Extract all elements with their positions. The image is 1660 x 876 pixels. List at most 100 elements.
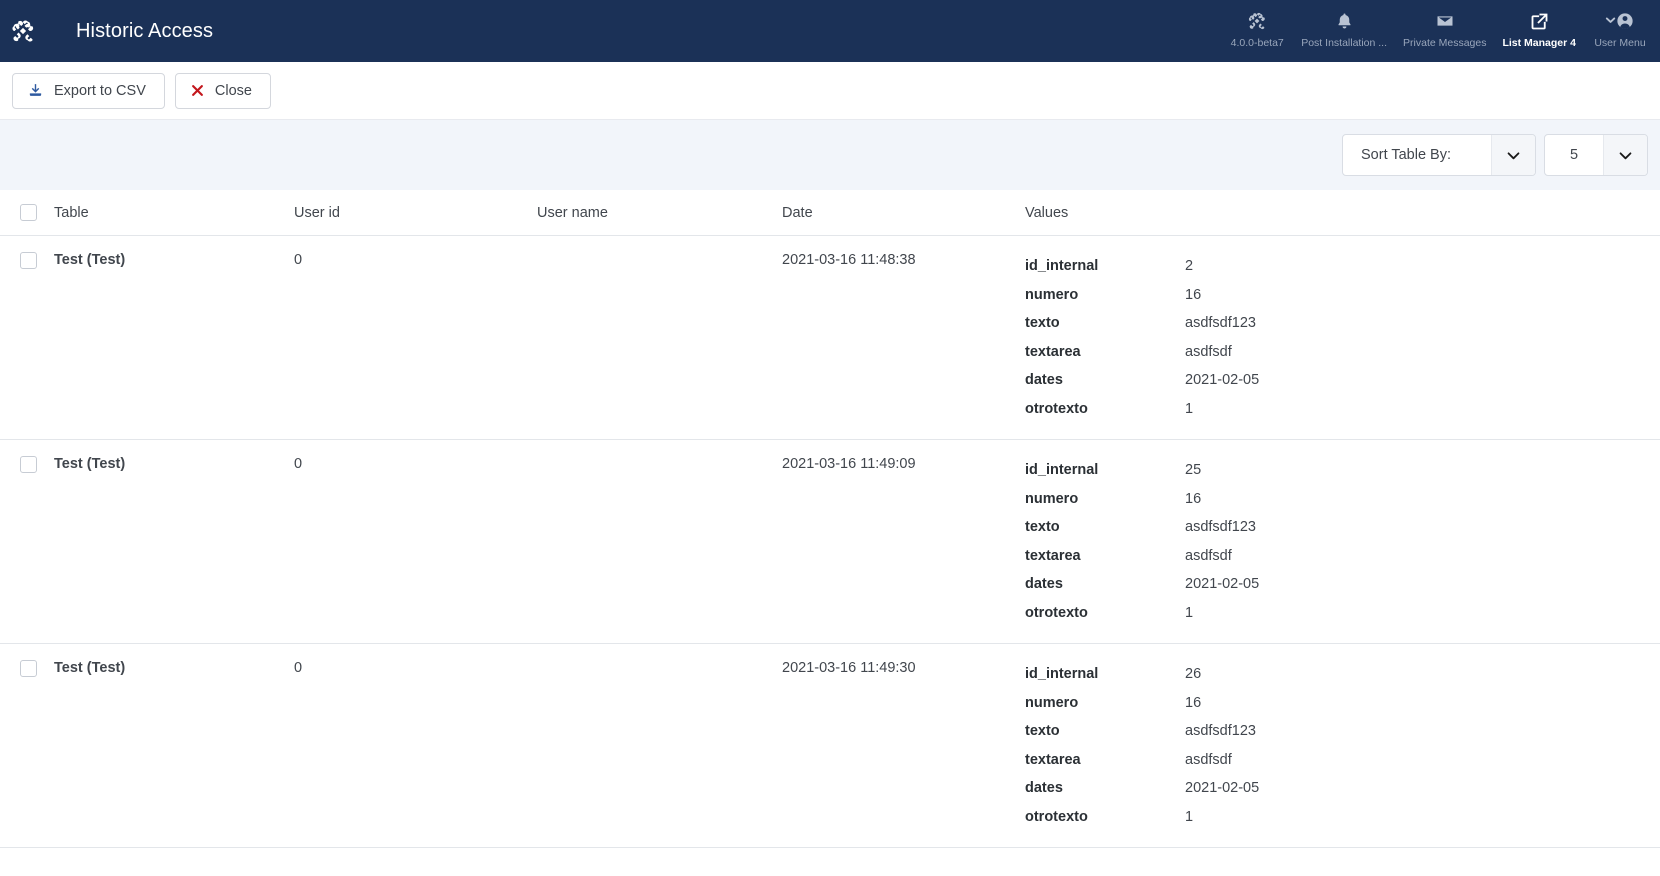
value-value: 16 (1185, 490, 1202, 507)
value-value: 1 (1185, 400, 1194, 417)
envelope-icon (1434, 8, 1456, 34)
value-value: asdfsdf123 (1185, 723, 1256, 739)
table-header-row: Table User id User name Date Values (0, 190, 1660, 236)
value-pair: dates 2021-02-05 (1025, 570, 1660, 599)
value-key: otrotexto (1025, 400, 1088, 417)
value-value: asdfsdf123 (1185, 315, 1256, 331)
value-pair: texto asdfsdf123 (1025, 309, 1660, 338)
export-to-csv-label: Export to CSV (54, 82, 146, 99)
close-label: Close (214, 82, 252, 99)
header-tool-user-menu[interactable]: User Menu (1584, 6, 1656, 50)
value-key: id_internal (1025, 462, 1099, 478)
value-pair: otrotexto 1 (1025, 803, 1660, 832)
column-header-table[interactable]: Table (54, 190, 294, 236)
value-value: 2021-02-05 (1185, 576, 1260, 592)
value-pair: otrotexto 1 (1025, 599, 1660, 628)
header-tool-label: 4.0.0-beta7 (1230, 37, 1284, 49)
page-title: Historic Access (76, 19, 214, 42)
cell-values: id_internal 26 numero 16 texto asdfsdf123 text… (1025, 643, 1660, 848)
bell-icon (1335, 8, 1354, 34)
row-select-cell (0, 439, 54, 644)
value-key: numero (1025, 286, 1079, 303)
cell-user-name (537, 235, 782, 440)
header-tool-private-messages[interactable]: Private Messages (1395, 6, 1494, 50)
header-tool-post-installation[interactable]: Post Installation ... (1293, 6, 1395, 50)
cell-date (782, 847, 1025, 876)
value-pair: id_internal 2 (1025, 252, 1660, 281)
value-value: asdfsdf (1185, 751, 1232, 768)
close-button[interactable]: Close (174, 72, 271, 109)
value-value: 2 (1185, 258, 1194, 274)
column-header-values[interactable]: Values (1025, 190, 1660, 236)
values-list: id_internal 26 numero 16 texto asdfsdf123 text… (1025, 660, 1660, 831)
value-pair: otrotexto 1 (1025, 395, 1660, 424)
value-key: numero (1025, 490, 1079, 507)
value-value: asdfsdf (1185, 547, 1232, 564)
value-value: 2021-02-05 (1185, 372, 1260, 388)
value-key: dates (1025, 780, 1063, 796)
value-pair: id_internal 25 (1025, 456, 1660, 485)
table-header: Table User id User name Date Values (0, 190, 1660, 236)
value-pair: dates 2021-02-05 (1025, 366, 1660, 395)
header-tool-label: Private Messages (1403, 37, 1487, 49)
list-limit-select[interactable]: 5 (1544, 134, 1648, 176)
sort-table-by-select[interactable]: Sort Table By: (1342, 134, 1536, 176)
table-row[interactable]: Test (Test) 0 2021-03-16 11:49:30 id_intern… (0, 643, 1660, 848)
value-pair: textarea asdfsdf (1025, 542, 1660, 571)
value-pair: dates 2021-02-05 (1025, 774, 1660, 803)
cell-values (1025, 847, 1660, 876)
cell-table: Test (Test) (54, 439, 294, 644)
values-list: id_internal 2 numero 16 texto asdfsdf123 texta… (1025, 252, 1660, 423)
value-key: otrotexto (1025, 604, 1088, 621)
chevron-down-icon (1603, 135, 1647, 175)
value-key: texto (1025, 315, 1060, 331)
value-key: textarea (1025, 547, 1081, 564)
value-value: asdfsdf (1185, 343, 1232, 360)
row-checkbox[interactable] (20, 456, 37, 473)
value-key: dates (1025, 372, 1063, 388)
cell-date: 2021-03-16 11:48:38 (782, 235, 1025, 440)
row-select-cell (0, 847, 54, 876)
value-key: texto (1025, 519, 1060, 535)
value-pair: texto asdfsdf123 (1025, 717, 1660, 746)
value-value: asdfsdf123 (1185, 519, 1256, 535)
chevron-down-icon (1491, 135, 1535, 175)
cell-user-name (537, 439, 782, 644)
value-key: textarea (1025, 751, 1081, 768)
cell-values: id_internal 2 numero 16 texto asdfsdf123 texta… (1025, 235, 1660, 440)
header-tool-joomla-version[interactable]: 4.0.0-beta7 (1221, 6, 1293, 50)
value-value: 1 (1185, 808, 1194, 825)
value-key: id_internal (1025, 666, 1099, 682)
joomla-logo-icon[interactable] (8, 16, 38, 46)
table-row[interactable]: Test (Test) 0 2021-03-16 11:49:09 id_intern… (0, 439, 1660, 644)
value-key: numero (1025, 694, 1079, 711)
external-link-icon (1529, 8, 1550, 34)
download-icon (27, 82, 44, 99)
value-pair: numero 16 (1025, 281, 1660, 310)
value-pair: textarea asdfsdf (1025, 338, 1660, 367)
cell-user-name (537, 847, 782, 876)
cell-values: id_internal 25 numero 16 texto asdfsdf123 text… (1025, 439, 1660, 644)
value-pair: id_internal 26 (1025, 660, 1660, 689)
row-checkbox[interactable] (20, 252, 37, 269)
value-value: 26 (1185, 666, 1202, 682)
cell-user-id: 0 (294, 235, 537, 440)
table-row[interactable] (0, 847, 1660, 876)
select-all-checkbox[interactable] (20, 204, 37, 221)
value-key: otrotexto (1025, 808, 1088, 825)
cell-user-name (537, 643, 782, 848)
export-to-csv-button[interactable]: Export to CSV (12, 72, 165, 109)
column-header-date[interactable]: Date (782, 190, 1025, 236)
column-header-user-name[interactable]: User name (537, 190, 782, 236)
row-checkbox[interactable] (20, 660, 37, 677)
table-row[interactable]: Test (Test) 0 2021-03-16 11:48:38 id_intern… (0, 235, 1660, 440)
value-key: textarea (1025, 343, 1081, 360)
column-header-user-id[interactable]: User id (294, 190, 537, 236)
header-tool-list-manager[interactable]: List Manager 4 (1494, 6, 1584, 50)
historic-access-table-area: Table User id User name Date Values Test… (0, 190, 1660, 876)
value-value: 16 (1185, 694, 1202, 711)
value-pair: numero 16 (1025, 689, 1660, 718)
cell-user-id: 0 (294, 439, 537, 644)
value-pair: texto asdfsdf123 (1025, 513, 1660, 542)
cell-table: Test (Test) (54, 643, 294, 848)
